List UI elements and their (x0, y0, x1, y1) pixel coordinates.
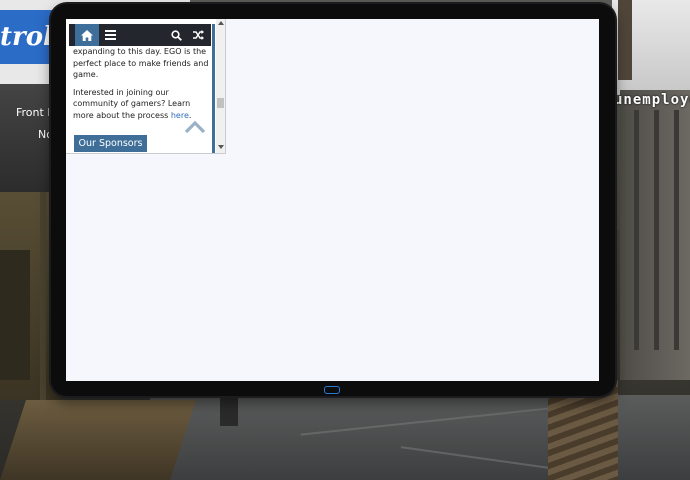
search-button[interactable] (165, 24, 187, 46)
hamburger-menu-icon (104, 30, 116, 40)
browser-window: expanding to this day. EGO is the perfec… (66, 19, 226, 154)
menu-button[interactable] (99, 24, 121, 46)
scrollbar[interactable] (216, 19, 225, 153)
tablet-device: expanding to this day. EGO is the perfec… (51, 4, 615, 396)
left-building-shadow (0, 250, 30, 380)
join-paragraph: Interested in joining our community of g… (73, 87, 213, 122)
period: . (188, 110, 192, 120)
right-building (620, 90, 690, 380)
building-sign: unemploye (614, 92, 690, 108)
left-wall (0, 400, 196, 480)
billboard-text: Front L (16, 106, 54, 119)
home-button[interactable] (75, 24, 99, 46)
search-icon (170, 29, 182, 41)
scroll-to-top-icon[interactable] (184, 120, 206, 134)
scroll-down-arrow[interactable] (218, 145, 224, 149)
scrollbar-thumb[interactable] (217, 98, 224, 108)
palm-trunk (618, 0, 632, 80)
scroll-up-arrow[interactable] (218, 21, 224, 25)
our-sponsors-heading[interactable]: Our Sponsors (74, 135, 147, 152)
site-navbar (69, 24, 211, 46)
shuffle-icon (192, 30, 204, 40)
tablet-screen: expanding to this day. EGO is the perfec… (66, 19, 599, 381)
home-icon (81, 29, 93, 41)
here-link[interactable]: here (171, 111, 189, 120)
about-paragraph: expanding to this day. EGO is the perfec… (73, 47, 209, 80)
page-content: expanding to this day. EGO is the perfec… (73, 46, 213, 122)
sidebar-accent (212, 24, 215, 153)
random-button[interactable] (187, 24, 209, 46)
pedestrian (220, 398, 238, 426)
tablet-home-button[interactable] (324, 386, 340, 394)
